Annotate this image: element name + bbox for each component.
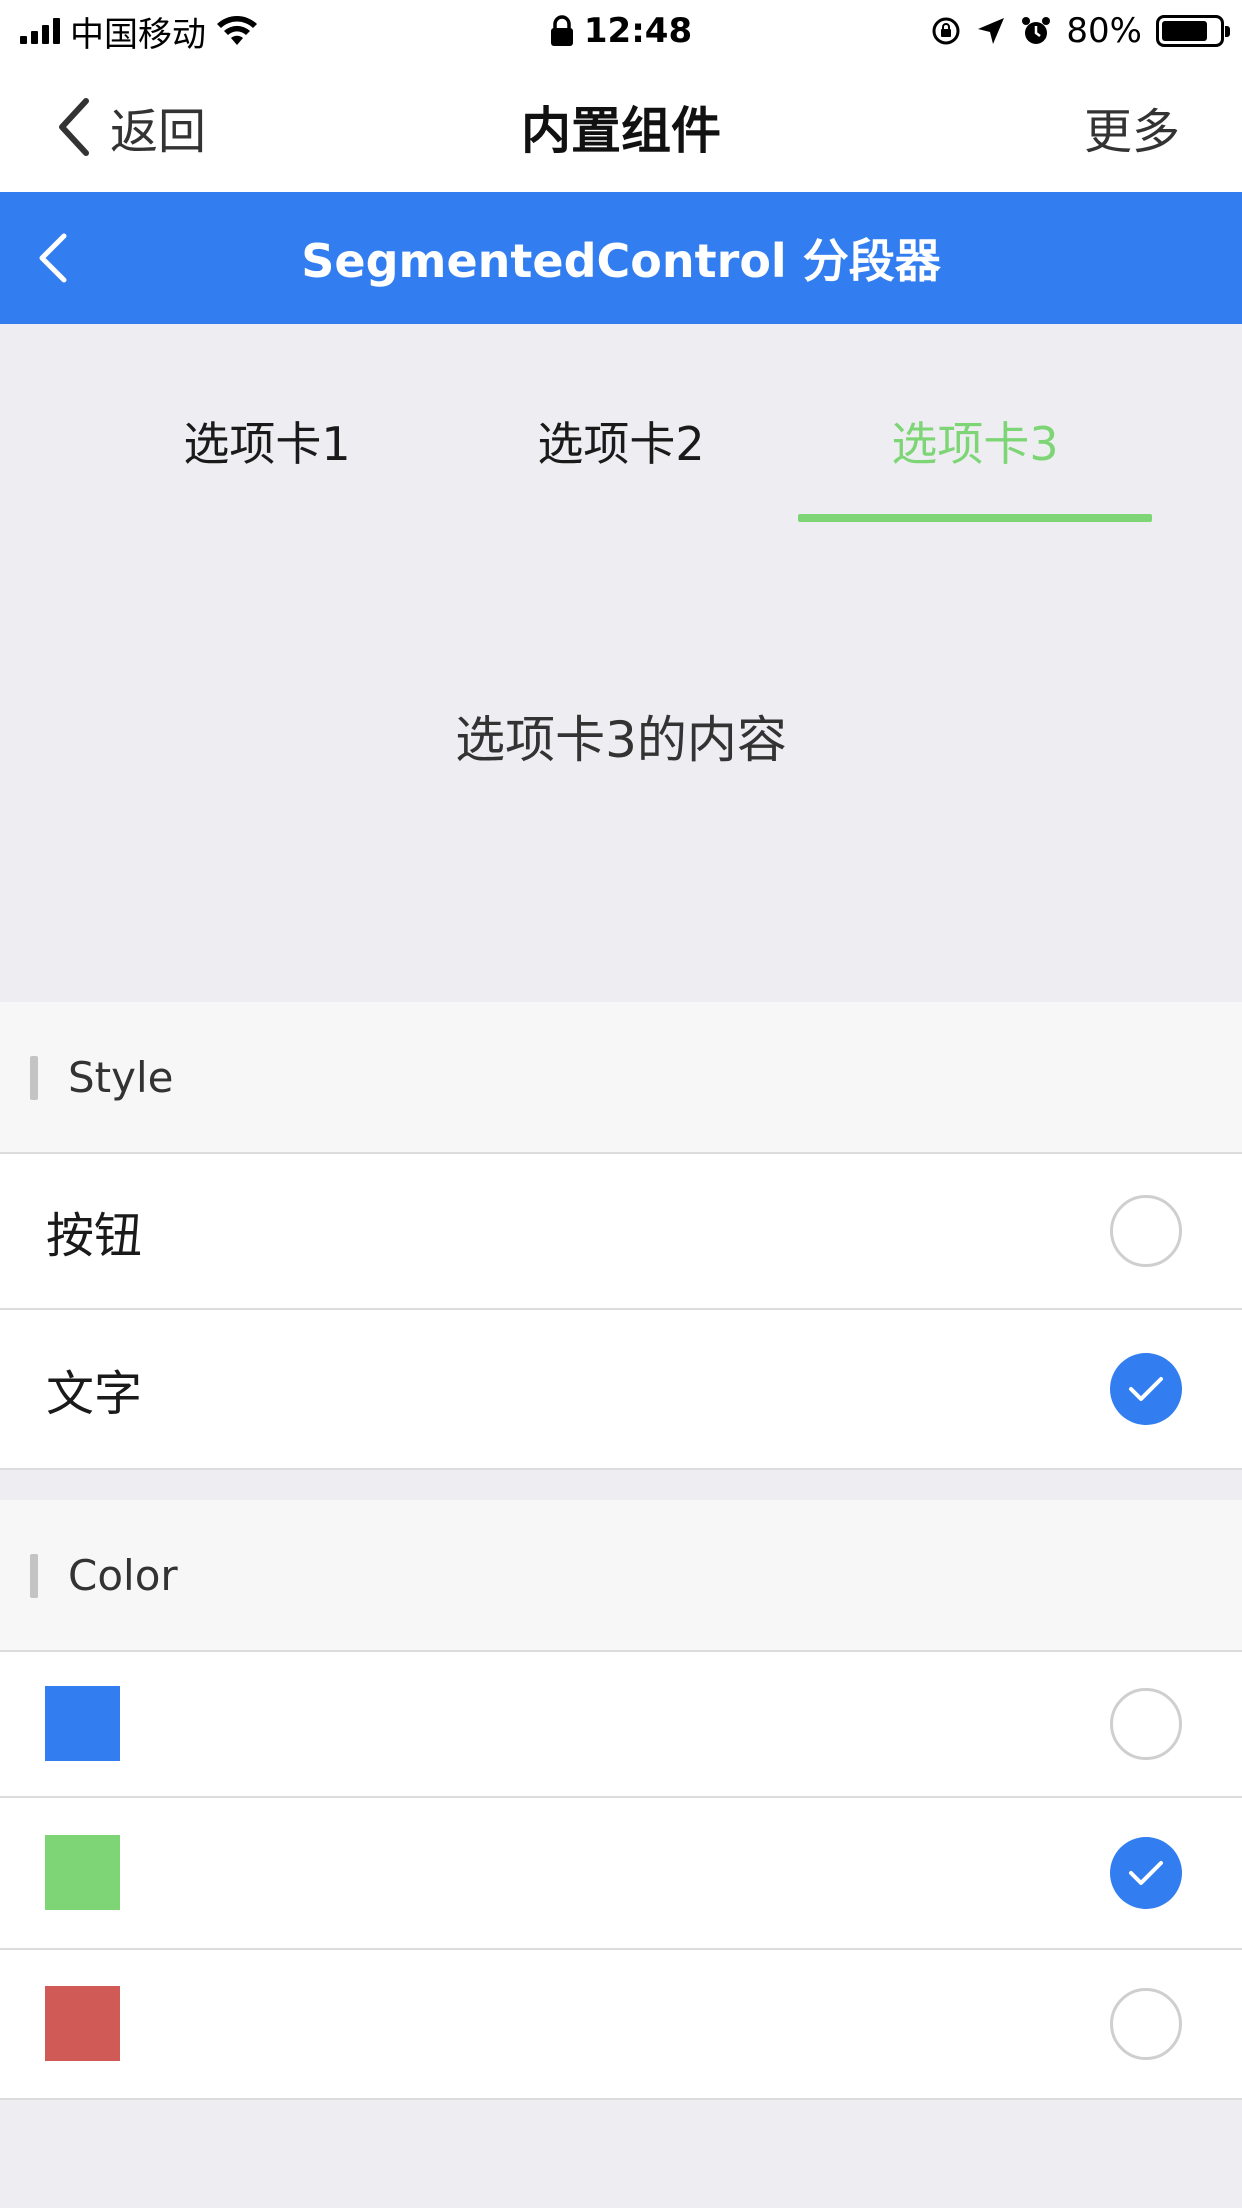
style-option-text[interactable]: 文字 bbox=[0, 1310, 1242, 1470]
section-title: Color bbox=[68, 1550, 178, 1600]
check-icon bbox=[1129, 1377, 1163, 1401]
color-option-green[interactable] bbox=[0, 1798, 1242, 1950]
radio-checked[interactable] bbox=[1110, 1353, 1182, 1425]
color-option-blue[interactable] bbox=[0, 1652, 1242, 1798]
color-section-header: Color bbox=[0, 1500, 1242, 1652]
check-icon bbox=[1129, 1861, 1163, 1885]
status-right: 80% bbox=[930, 0, 1230, 62]
active-tab-indicator bbox=[798, 514, 1152, 522]
location-arrow-icon bbox=[978, 18, 1005, 44]
radio-unchecked[interactable] bbox=[1110, 1988, 1182, 2060]
radio-unchecked[interactable] bbox=[1110, 1195, 1182, 1267]
back-chevron-icon bbox=[39, 233, 67, 283]
navigation-bar: 返回 内置组件 更多 bbox=[0, 62, 1242, 192]
more-button[interactable]: 更多 bbox=[1084, 62, 1180, 192]
component-title: SegmentedControl 分段器 bbox=[301, 234, 941, 288]
radio-unchecked[interactable] bbox=[1110, 1688, 1182, 1760]
rotation-lock-icon bbox=[932, 17, 960, 45]
header-back-button[interactable] bbox=[36, 192, 70, 324]
color-option-red[interactable] bbox=[0, 1950, 1242, 2100]
section-marker bbox=[30, 1554, 38, 1598]
back-button[interactable]: 返回 bbox=[56, 62, 206, 192]
component-header: SegmentedControl 分段器 bbox=[0, 192, 1242, 324]
color-swatch bbox=[45, 1835, 120, 1910]
battery-icon bbox=[1156, 15, 1230, 47]
tab-2[interactable]: 选项卡2 bbox=[444, 408, 798, 508]
option-label: 按钮 bbox=[46, 1208, 143, 1264]
back-label: 返回 bbox=[110, 104, 207, 160]
color-swatch bbox=[45, 1986, 120, 2061]
alarm-icon bbox=[1022, 17, 1051, 44]
tab-3[interactable]: 选项卡3 bbox=[798, 408, 1152, 508]
battery-percent: 80% bbox=[1066, 11, 1142, 51]
segmented-control: 选项卡1 选项卡2 选项卡3 bbox=[0, 324, 1242, 524]
color-swatch bbox=[45, 1686, 120, 1761]
tab-1[interactable]: 选项卡1 bbox=[90, 408, 444, 508]
section-title: Style bbox=[68, 1052, 174, 1102]
style-option-button[interactable]: 按钮 bbox=[0, 1154, 1242, 1310]
lock-icon bbox=[550, 15, 573, 46]
style-section-header: Style bbox=[0, 1002, 1242, 1154]
tab-content-text: 选项卡3的内容 bbox=[455, 711, 787, 769]
clock-time: 12:48 bbox=[583, 11, 693, 51]
radio-checked[interactable] bbox=[1110, 1837, 1182, 1909]
back-chevron-icon bbox=[59, 98, 89, 156]
status-bar: 中国移动 12:48 80% bbox=[0, 0, 1242, 62]
section-marker bbox=[30, 1056, 38, 1100]
option-label: 文字 bbox=[46, 1366, 143, 1422]
